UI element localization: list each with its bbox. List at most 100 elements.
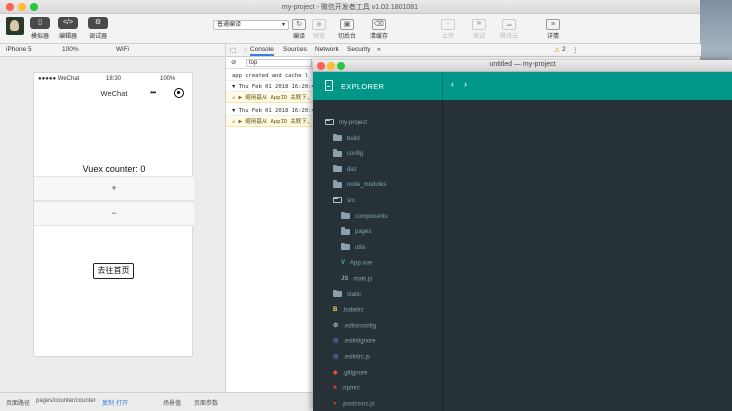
compile-mode-select[interactable]: 普通编译 ▾ — [213, 20, 289, 30]
upload-button[interactable]: ↑ 上传 — [435, 19, 461, 40]
tab-sources[interactable]: Sources — [283, 46, 307, 53]
simulator-panel: ●●●●● WeChat 18:30 100% WeChat ••• Vuex … — [0, 57, 225, 392]
tree-item-label: .npmrc — [341, 385, 360, 392]
avatar[interactable] — [6, 17, 24, 35]
go-home-button[interactable]: 去往首页 — [93, 263, 134, 279]
open-path-link[interactable]: 打开 — [116, 398, 128, 407]
debugger-button[interactable]: ⚙ 调试器 — [85, 17, 111, 40]
npm-file-icon: ■ — [333, 385, 337, 392]
explorer-window: untitled — my-project EXPLORER ‹ › my-pr… — [313, 60, 732, 411]
tree-item[interactable]: build — [333, 133, 360, 144]
context-value: top — [249, 60, 258, 66]
copy-path-link[interactable]: 复制 — [102, 398, 114, 407]
close-capsule-icon[interactable] — [174, 88, 184, 98]
device-select[interactable]: iPhone 5 — [6, 46, 32, 53]
page-params-button[interactable]: 页面参数 — [194, 398, 218, 407]
console-line[interactable]: ▼ Thu Feb 01 2018 16:20:4 — [226, 82, 321, 92]
upload-icon: ↑ — [441, 19, 455, 30]
details-button[interactable]: ≡ 详情 — [540, 19, 566, 40]
tree-item[interactable]: ⚙ .editorconfig — [333, 321, 376, 331]
tree-item-label: static — [347, 291, 362, 298]
test-button[interactable]: ⚑ 测试 — [466, 19, 492, 40]
clear-cache-label: 清缓存 — [369, 34, 388, 40]
devtools-toolbar: ▯ 模拟器 </> 编辑器 ⚙ 调试器 普通编译 ▾ ↻ 编译 ◉ 预览 ▣ 切… — [0, 14, 700, 44]
tree-item[interactable]: ◎ .eslintignore — [333, 336, 376, 346]
inspect-icon[interactable]: ⬚ — [230, 46, 236, 54]
preview-label: 预览 — [312, 34, 325, 40]
tree-item[interactable]: V App.vue — [341, 258, 372, 268]
tree-item[interactable]: src — [333, 196, 355, 206]
phone-screen: ●●●●● WeChat 18:30 100% WeChat ••• Vuex … — [33, 72, 194, 357]
tab-security[interactable]: Security — [347, 46, 370, 53]
console-line[interactable]: ▼ Thu Feb 01 2018 16:20:4 — [226, 106, 321, 116]
more-icon[interactable]: ••• — [150, 88, 156, 97]
decrement-button[interactable]: − — [34, 201, 194, 226]
zoom-select[interactable]: 100% — [62, 46, 79, 53]
tree-item[interactable]: ■ .npmrc — [333, 383, 360, 393]
tree-item[interactable]: my-project — [325, 118, 367, 128]
tree-item-label: src — [347, 198, 355, 204]
tree-item-label: components — [355, 213, 388, 220]
devtools-tabs: ⬚ ▯ Console Sources Network Security » ⚠… — [226, 44, 701, 57]
tree-item[interactable]: pages — [341, 227, 371, 237]
clear-console-icon[interactable]: ⊘ — [231, 58, 236, 66]
page-path-value: pages/counter/counter — [36, 398, 96, 404]
explorer-title: EXPLORER — [341, 82, 385, 91]
console-warning-line[interactable]: ⚠ ▶ 缩用基从 AppID 关联下, — [226, 117, 321, 127]
explorer-window-title: untitled — my-project — [489, 61, 556, 68]
clear-cache-button[interactable]: ⌫ 清缓存 — [366, 19, 392, 40]
tree-item-label: .gitignore — [342, 370, 368, 377]
tree-item[interactable]: components — [341, 211, 388, 222]
simulator-button[interactable]: ▯ 模拟器 — [27, 17, 53, 40]
increment-button[interactable]: + — [34, 176, 194, 201]
scene-value-button[interactable]: 场景值 — [163, 398, 181, 407]
tab-network[interactable]: Network — [315, 46, 339, 53]
vuex-counter-label: Vuex counter: 0 — [82, 164, 146, 174]
tree-item-label: .editorconfig — [343, 323, 377, 330]
js-file-icon: JS — [341, 276, 349, 282]
tree-item[interactable]: node_modules — [333, 180, 386, 190]
page-path-label: 页面路径 — [6, 401, 31, 407]
menu-icon: ≡ — [546, 19, 560, 30]
tab-more[interactable]: » — [377, 46, 381, 53]
tree-item-label: utils — [355, 244, 366, 251]
folder-open-icon — [325, 118, 334, 126]
network-select[interactable]: WiFi — [116, 46, 129, 53]
code-icon: </> — [58, 17, 78, 29]
test-icon: ⚑ — [472, 19, 486, 30]
folder-icon — [333, 180, 342, 188]
tree-item-label: .babelrc — [342, 307, 364, 314]
tree-item[interactable]: JS main.js — [341, 274, 372, 284]
tree-item[interactable]: utils — [341, 242, 366, 253]
tree-item[interactable]: static — [333, 289, 362, 300]
mini-program-navbar: WeChat ••• — [34, 85, 194, 101]
preview-button[interactable]: ◉ 预览 — [306, 19, 332, 40]
tree-item-label: App.vue — [350, 260, 373, 267]
tree-item-label: main.js — [353, 276, 373, 283]
babel-file-icon: B — [333, 307, 338, 314]
tree-item[interactable]: ◎ .eslintrc.js — [333, 352, 370, 362]
folder-icon — [333, 289, 342, 298]
folder-icon — [341, 211, 350, 220]
editor-button[interactable]: </> 编辑器 — [55, 17, 81, 40]
refresh-icon: ↻ — [292, 19, 306, 30]
nav-forward-icon[interactable]: › — [464, 79, 467, 89]
nav-back-icon[interactable]: ‹ — [451, 79, 454, 89]
devtools-titlebar: my-project - 微信开发者工具 v1.02.1801081 — [0, 0, 700, 14]
tree-item[interactable]: dist — [333, 164, 356, 175]
tab-console[interactable]: Console — [250, 46, 274, 56]
context-select[interactable]: top — [246, 59, 312, 67]
tree-item-label: .postcssrc.js — [341, 401, 375, 408]
console-menu-icon[interactable]: ⋮ — [572, 46, 579, 54]
console-warning-line[interactable]: ⚠ ▶ 缩用基从 AppID 关联下, — [226, 93, 321, 103]
cloud-button[interactable]: ☁ 腾讯云 — [496, 19, 522, 40]
tree-item[interactable]: ● .postcssrc.js — [333, 399, 375, 409]
tree-item[interactable]: ◆ .gitignore — [333, 368, 367, 378]
simulator-label: 模拟器 — [30, 34, 49, 40]
eslint-file-icon: ◎ — [333, 354, 339, 360]
test-label: 测试 — [472, 34, 485, 40]
tree-item[interactable]: config — [333, 149, 363, 159]
backend-button[interactable]: ▣ 切后台 — [334, 19, 360, 40]
device-toggle-icon[interactable]: ▯ — [244, 46, 248, 54]
tree-item[interactable]: B .babelrc — [333, 305, 364, 315]
